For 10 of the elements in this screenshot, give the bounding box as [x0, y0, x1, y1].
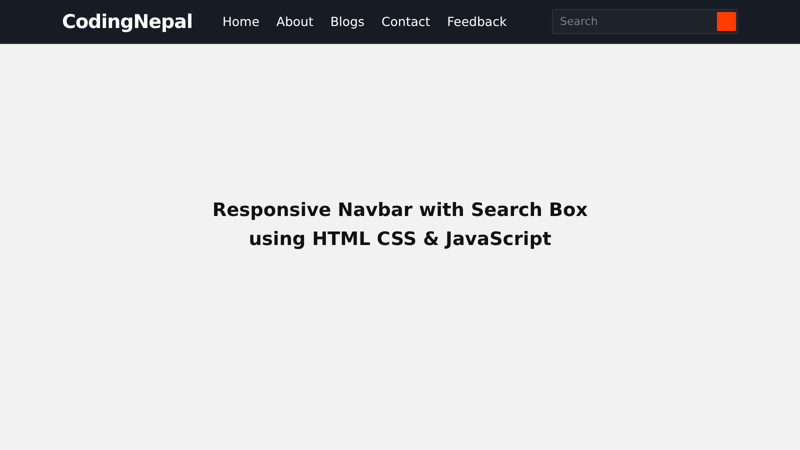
page-heading: using HTML CSS & JavaScript: [248, 228, 552, 252]
nav-link[interactable]: Home: [222, 14, 260, 29]
nav-link[interactable]: Blogs: [330, 14, 365, 29]
search-button[interactable]: [717, 12, 736, 31]
search-field[interactable]: Search: [552, 9, 738, 34]
logo[interactable]: CodingNepal: [62, 10, 192, 32]
page-heading: Responsive Navbar with Search Box: [212, 199, 588, 223]
nav-link[interactable]: Contact: [382, 14, 430, 29]
nav-link[interactable]: Feedback: [447, 14, 507, 29]
nav-link[interactable]: About: [276, 14, 314, 29]
